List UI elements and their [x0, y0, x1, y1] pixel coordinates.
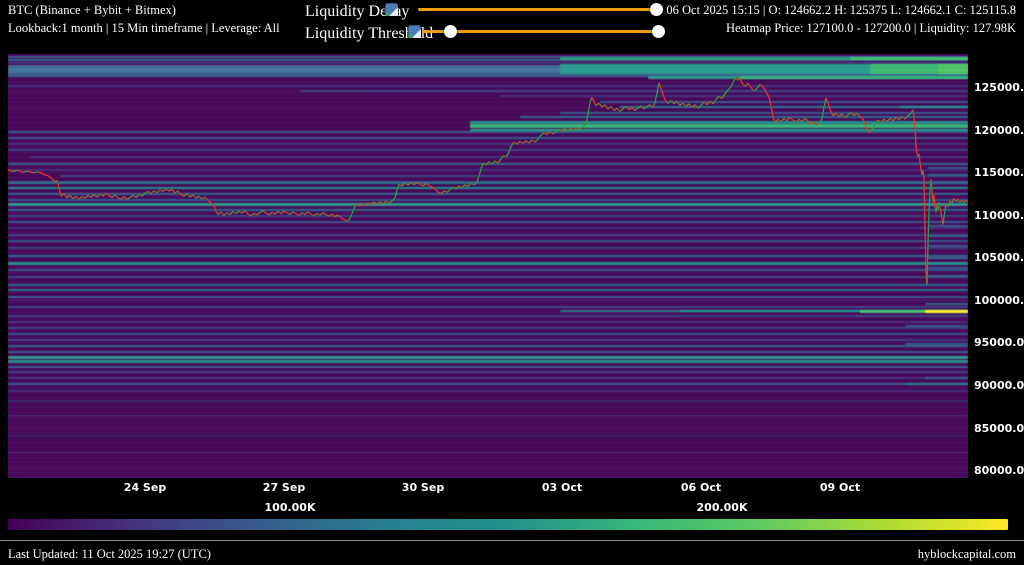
- slider-thumb[interactable]: [650, 3, 663, 16]
- price-tick-label: 100000.0: [974, 294, 1024, 307]
- header-left: BTC (Binance + Bybit + Bitmex) Lookback:…: [8, 3, 280, 39]
- heatmap-chart-canvas[interactable]: [8, 54, 968, 478]
- liquidation-heatmap-app: BTC (Binance + Bybit + Bitmex) Lookback:…: [0, 0, 1024, 565]
- site-link[interactable]: hyblockcapital.com: [918, 547, 1016, 562]
- lookback-info: Lookback:1 month | 15 Min timeframe | Le…: [8, 21, 280, 36]
- date-tick-label: 06 Oct: [681, 481, 721, 494]
- price-tick-label: 90000.0: [974, 379, 1024, 392]
- liquidity-colorbar: [8, 519, 1008, 530]
- footer: Last Updated: 11 Oct 2025 19:27 (UTC) hy…: [0, 540, 1024, 565]
- liquidity-decay-slider[interactable]: [418, 8, 656, 11]
- price-line: [8, 54, 968, 478]
- ohlc-info: 06 Oct 2025 15:15 | O: 124662.2 H: 12537…: [666, 3, 1016, 18]
- price-tick-label: 110000.0: [974, 209, 1024, 222]
- price-tick-label: 80000.0: [974, 464, 1024, 477]
- price-tick-label: 125000.0: [974, 81, 1024, 94]
- price-tick-label: 85000.0: [974, 422, 1024, 435]
- price-tick-label: 120000.0: [974, 124, 1024, 137]
- colorbar-tick-label: 200.00K: [697, 501, 748, 514]
- price-tick-label: 105000.0: [974, 251, 1024, 264]
- date-tick-label: 03 Oct: [542, 481, 582, 494]
- colorbar-tick-label: 100.00K: [265, 501, 316, 514]
- symbol-title: BTC (Binance + Bybit + Bitmex): [8, 3, 280, 18]
- heatmap-hover-info: Heatmap Price: 127100.0 - 127200.0 | Liq…: [666, 21, 1016, 36]
- date-tick-label: 24 Sep: [124, 481, 166, 494]
- page-icon[interactable]: [408, 25, 421, 38]
- page-icon[interactable]: [385, 3, 398, 16]
- price-tick-label: 95000.0: [974, 336, 1024, 349]
- date-tick-label: 30 Sep: [402, 481, 444, 494]
- date-tick-label: 27 Sep: [263, 481, 305, 494]
- header-right: 06 Oct 2025 15:15 | O: 124662.2 H: 12537…: [666, 3, 1016, 39]
- price-tick-label: 115000.0: [974, 166, 1024, 179]
- last-updated-text: Last Updated: 11 Oct 2025 19:27 (UTC): [8, 547, 211, 562]
- slider-thumb[interactable]: [444, 25, 457, 38]
- liquidity-threshold-slider[interactable]: [422, 30, 658, 33]
- slider-thumb[interactable]: [652, 25, 665, 38]
- date-tick-label: 09 Oct: [820, 481, 860, 494]
